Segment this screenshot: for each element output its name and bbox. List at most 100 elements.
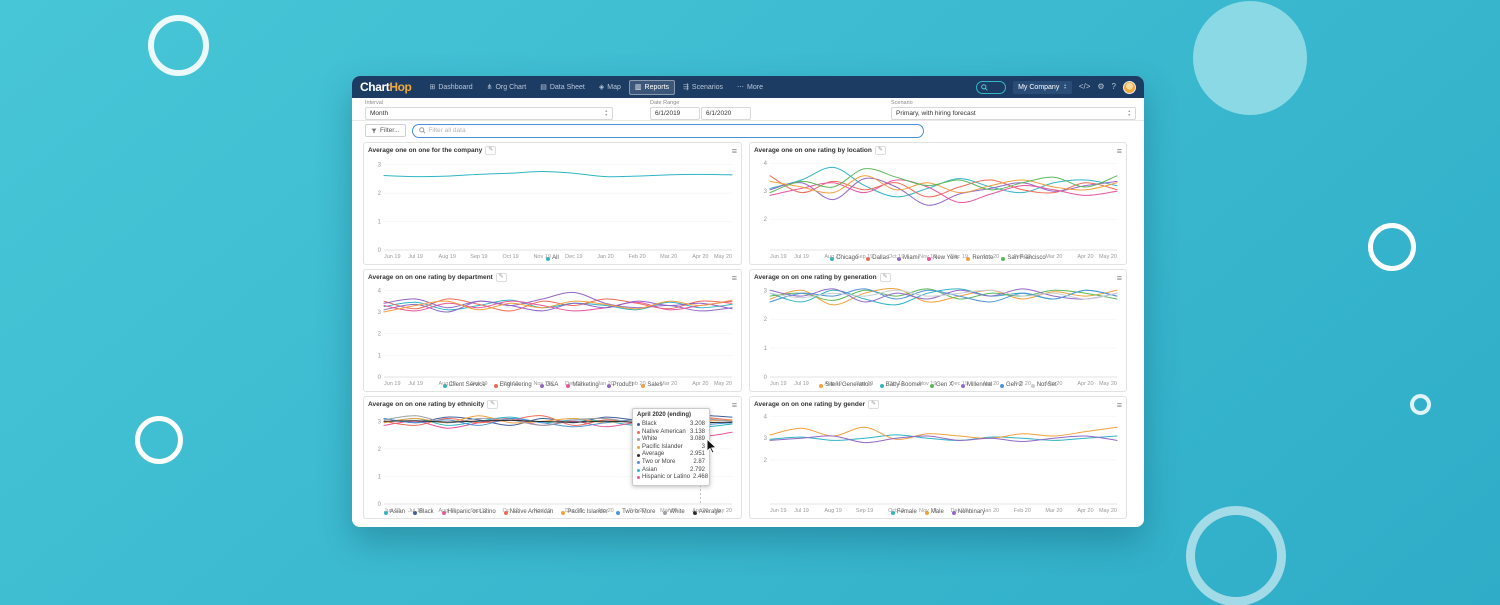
edit-pencil-icon[interactable]: ✎ — [868, 400, 879, 409]
tooltip-series-label: Average — [642, 451, 687, 459]
interval-select[interactable]: Month ▲▼ — [365, 107, 613, 120]
svg-text:Dec 19: Dec 19 — [951, 381, 968, 387]
scenarios-icon: ⇶ — [683, 84, 689, 91]
map-icon: ◈ — [599, 84, 604, 91]
scenario-select[interactable]: Primary, with hiring forecast ▲▼ — [891, 107, 1136, 120]
line-chart-svg[interactable]: 234Jun 19Jul 19Aug 19Sep 19Oct 19Nov 19D… — [754, 409, 1122, 515]
chart-menu-icon[interactable]: ≡ — [1117, 147, 1122, 155]
svg-text:1: 1 — [378, 474, 382, 480]
nav-label: Map — [607, 83, 621, 92]
nav-item-more[interactable]: ⋯ More — [731, 80, 769, 95]
svg-text:2: 2 — [764, 217, 768, 223]
svg-text:Feb 20: Feb 20 — [1014, 254, 1031, 260]
tooltip-series-value: 2.951 — [690, 451, 705, 459]
chart-menu-icon[interactable]: ≡ — [1117, 401, 1122, 409]
edit-pencil-icon[interactable]: ✎ — [487, 400, 498, 409]
svg-text:1: 1 — [378, 220, 382, 226]
edit-pencil-icon[interactable]: ✎ — [880, 273, 891, 282]
svg-text:0: 0 — [764, 375, 768, 381]
navbar-search[interactable] — [976, 81, 1006, 94]
code-icon[interactable]: </> — [1079, 82, 1091, 92]
edit-pencil-icon[interactable]: ✎ — [485, 146, 496, 155]
svg-text:Apr 20: Apr 20 — [1077, 254, 1093, 260]
tooltip-series-value: 3.089 — [690, 436, 705, 444]
tooltip-series-value: 3.208 — [690, 421, 705, 429]
svg-text:Oct 19: Oct 19 — [888, 508, 904, 514]
svg-text:Aug 19: Aug 19 — [824, 254, 841, 260]
line-chart-svg[interactable]: 0123Jun 19Jul 19Aug 19Sep 19Oct 19Nov 19… — [754, 282, 1122, 388]
chart-title: Average on on one rating by ethnicity — [368, 401, 484, 409]
line-chart[interactable]: 234Jun 19Jul 19Aug 19Sep 19Oct 19Nov 19D… — [754, 155, 1122, 254]
nav-item-dashboard[interactable]: ⊞ Dashboard — [423, 80, 478, 95]
svg-text:Aug 19: Aug 19 — [439, 254, 456, 260]
company-name: My Company — [1018, 83, 1059, 92]
tooltip-series-value: 3.138 — [690, 429, 705, 437]
chart-menu-icon[interactable]: ≡ — [732, 401, 737, 409]
scenario-label: Scenario — [891, 100, 1136, 106]
tooltip-series-dot — [637, 454, 640, 457]
nav-item-data-sheet[interactable]: ▤ Data Sheet — [534, 80, 591, 95]
svg-text:Jun 19: Jun 19 — [770, 254, 787, 260]
funnel-icon — [371, 128, 377, 134]
chart-card-company: Average one on one for the company ✎ ≡ 0… — [363, 142, 742, 265]
nav-item-map[interactable]: ◈ Map — [593, 80, 627, 95]
svg-text:Nov 19: Nov 19 — [919, 508, 936, 514]
line-chart[interactable]: 0123Jun 19Jul 19Aug 19Sep 19Oct 19Nov 19… — [368, 155, 737, 254]
charthop-logo[interactable]: ChartHop — [360, 76, 411, 98]
svg-text:Dec 19: Dec 19 — [565, 254, 582, 260]
search-icon — [981, 84, 988, 91]
chart-card-department: Average on on one rating by department ✎… — [363, 269, 742, 392]
svg-text:Oct 19: Oct 19 — [888, 254, 904, 260]
nav-item-reports[interactable]: ▥ Reports — [629, 80, 675, 95]
help-icon[interactable]: ? — [1112, 82, 1116, 92]
svg-text:3: 3 — [378, 310, 382, 316]
company-selector[interactable]: My Company ▲▼ — [1013, 81, 1072, 94]
svg-text:Jul 19: Jul 19 — [408, 508, 423, 514]
date-start-input[interactable]: 6/1/2019 — [650, 107, 700, 120]
line-chart-svg[interactable]: 0123Jun 19Jul 19Aug 19Sep 19Oct 19Nov 19… — [368, 155, 737, 261]
line-chart[interactable]: 234Jun 19Jul 19Aug 19Sep 19Oct 19Nov 19D… — [754, 409, 1122, 508]
svg-text:Jul 19: Jul 19 — [794, 254, 809, 260]
svg-text:May 20: May 20 — [714, 508, 732, 514]
svg-text:May 20: May 20 — [1099, 381, 1117, 387]
svg-text:Sep 19: Sep 19 — [470, 508, 487, 514]
tooltip-series-dot — [637, 438, 640, 441]
line-chart[interactable]: 01234Jun 19Jul 19Aug 19Sep 19Oct 19Nov 1… — [368, 282, 737, 381]
top-navbar: ChartHop ⊞ Dashboard ⋔ Org Chart ▤ Data … — [352, 76, 1144, 98]
svg-text:3: 3 — [764, 189, 768, 195]
filter-button[interactable]: Filter... — [365, 124, 406, 137]
svg-text:4: 4 — [764, 161, 768, 167]
svg-text:Jan 20: Jan 20 — [597, 254, 614, 260]
decorative-ring — [1186, 506, 1286, 605]
reports-icon: ▥ — [635, 84, 642, 91]
nav-item-scenarios[interactable]: ⇶ Scenarios — [677, 80, 729, 95]
global-filter-search[interactable] — [412, 124, 924, 138]
edit-pencil-icon[interactable]: ✎ — [875, 146, 886, 155]
tooltip-row: Native American3.138 — [637, 429, 705, 437]
scenario-value: Primary, with hiring forecast — [896, 108, 976, 119]
nav-item-org-chart[interactable]: ⋔ Org Chart — [481, 80, 533, 95]
svg-text:2: 2 — [764, 458, 768, 464]
tooltip-title: April 2020 (ending) — [637, 412, 705, 419]
line-chart[interactable]: 0123Jun 19Jul 19Aug 19Sep 19Oct 19Nov 19… — [754, 282, 1122, 381]
line-chart-svg[interactable]: 234Jun 19Jul 19Aug 19Sep 19Oct 19Nov 19D… — [754, 155, 1122, 261]
svg-text:Jun 19: Jun 19 — [384, 508, 401, 514]
chart-menu-icon[interactable]: ≡ — [732, 147, 737, 155]
chart-tooltip: April 2020 (ending) Black3.208Native Ame… — [632, 408, 710, 486]
gear-icon[interactable]: ⚙ — [1097, 82, 1104, 92]
global-filter-input[interactable] — [428, 127, 916, 134]
search-icon — [419, 127, 426, 134]
svg-text:0: 0 — [378, 375, 382, 381]
chart-menu-icon[interactable]: ≡ — [732, 274, 737, 282]
date-end-input[interactable]: 6/1/2020 — [701, 107, 751, 120]
chart-menu-icon[interactable]: ≡ — [1117, 274, 1122, 282]
svg-text:Nov 19: Nov 19 — [919, 381, 936, 387]
tooltip-row: Two or More2.87 — [637, 459, 705, 467]
svg-text:3: 3 — [764, 288, 768, 294]
line-chart-svg[interactable]: 01234Jun 19Jul 19Aug 19Sep 19Oct 19Nov 1… — [368, 282, 737, 388]
svg-text:Feb 20: Feb 20 — [1014, 508, 1031, 514]
svg-text:Jan 20: Jan 20 — [983, 254, 1000, 260]
user-avatar[interactable] — [1123, 81, 1136, 94]
svg-text:Aug 19: Aug 19 — [439, 381, 456, 387]
edit-pencil-icon[interactable]: ✎ — [496, 273, 507, 282]
